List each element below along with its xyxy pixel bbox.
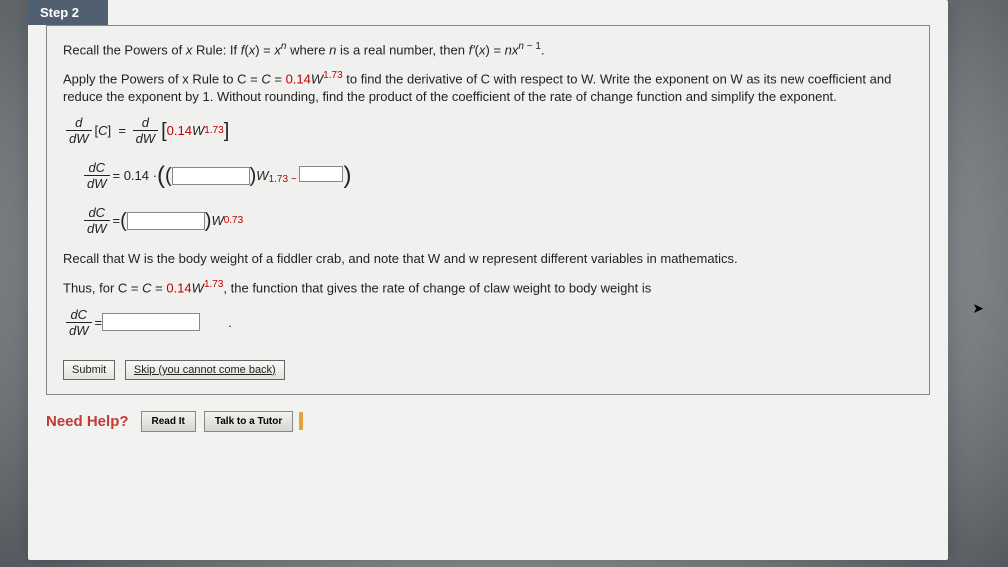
equation-2: dCdW = 0.14 · (( )W1.73 − ) [81, 160, 913, 191]
skip-button[interactable]: Skip (you cannot come back) [125, 360, 285, 380]
apply-rule: Apply the Powers of x Rule to C = C = 0.… [63, 69, 913, 105]
submit-button[interactable]: Submit [63, 360, 115, 380]
equation-1: ddW [C] = ddW [0.14W1.73] [63, 115, 913, 146]
talk-to-tutor-button[interactable]: Talk to a Tutor [204, 411, 293, 432]
equation-3: dCdW = ( )W0.73 [81, 205, 913, 236]
help-row: Need Help? Read It Talk to a Tutor [46, 411, 930, 432]
equation-final: dCdW = . [63, 307, 913, 338]
step-header: Step 2 [28, 0, 108, 25]
input-exponent-subtract[interactable] [299, 166, 343, 182]
read-it-button[interactable]: Read It [141, 411, 196, 432]
button-row: Submit Skip (you cannot come back) [63, 360, 913, 380]
cursor-icon: ➤ [972, 300, 984, 317]
thus-statement: Thus, for C = C = 0.14W1.73, the functio… [63, 278, 913, 297]
need-help-label: Need Help? [46, 413, 129, 430]
step-content: Recall the Powers of x Rule: If f(x) = x… [46, 25, 930, 395]
note-variables: Recall that W is the body weight of a fi… [63, 250, 913, 268]
input-final-answer[interactable] [102, 313, 200, 331]
recall-rule: Recall the Powers of x Rule: If f(x) = x… [63, 40, 913, 59]
worksheet-page: Step 2 Recall the Powers of x Rule: If f… [28, 0, 948, 560]
input-product-coefficient[interactable] [127, 212, 205, 230]
tutor-accent [299, 412, 303, 430]
input-coefficient[interactable] [172, 167, 250, 185]
